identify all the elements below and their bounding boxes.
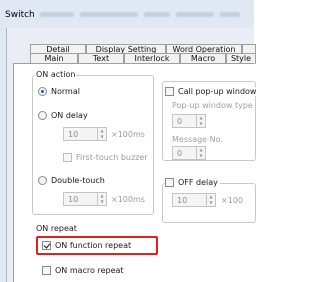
spinner-arrows-icon[interactable]: ▲ ▼ <box>196 147 205 159</box>
on-macro-repeat-checkbox[interactable]: ON macro repeat <box>42 266 124 275</box>
off-delay-value: 10 <box>177 195 188 205</box>
checkbox-icon <box>165 178 174 187</box>
normal-radio[interactable]: Normal <box>38 87 80 96</box>
double-touch-label: Double-touch <box>51 176 105 185</box>
call-popup-checkbox[interactable]: Call pop-up window <box>165 87 259 96</box>
on-repeat-label: ON repeat <box>34 224 79 233</box>
first-touch-buzzer-checkbox[interactable]: First-touch buzzer <box>63 153 148 162</box>
on-delay-spinner[interactable]: 10 ▲ ▼ <box>63 127 107 141</box>
switch-dialog: Switch Detail Display Setting Word Opera… <box>0 0 259 282</box>
on-delay-radio[interactable]: ON delay <box>38 111 88 120</box>
first-touch-buzzer-label: First-touch buzzer <box>76 153 148 162</box>
radio-selected-icon <box>38 87 47 96</box>
call-popup-label: Call pop-up window <box>178 87 257 96</box>
blurred-title-text <box>80 12 138 17</box>
window-title: Switch <box>5 10 35 20</box>
double-touch-value: 10 <box>68 194 79 204</box>
on-delay-label: ON delay <box>51 111 88 120</box>
double-touch-radio[interactable]: Double-touch <box>38 176 105 185</box>
radio-icon <box>38 111 47 120</box>
blurred-title-text <box>176 12 214 17</box>
popup-window-type-spinner[interactable]: 0 ▲ ▼ <box>172 114 206 128</box>
spinner-arrows-icon[interactable]: ▲ ▼ <box>97 128 106 140</box>
blurred-title-text <box>144 12 170 17</box>
popup-window-type-value: 0 <box>177 116 183 126</box>
double-touch-spinner[interactable]: 10 ▲ ▼ <box>63 192 107 206</box>
popup-window-type-label: Pop-up window type <box>172 101 253 110</box>
double-touch-unit: ×100ms <box>111 195 145 204</box>
message-no-label: Message No. <box>172 135 223 144</box>
on-macro-repeat-label: ON macro repeat <box>55 266 124 275</box>
off-delay-label: OFF delay <box>178 178 218 187</box>
message-no-value: 0 <box>177 148 183 158</box>
off-delay-unit: ×100 <box>221 196 243 205</box>
normal-label: Normal <box>51 87 80 96</box>
on-delay-unit: ×100ms <box>111 130 145 139</box>
checkbox-icon <box>63 153 72 162</box>
spinner-arrows-icon[interactable]: ▲ ▼ <box>196 115 205 127</box>
blurred-title-text <box>220 12 240 17</box>
off-delay-checkbox[interactable]: OFF delay <box>165 178 220 187</box>
message-no-spinner[interactable]: 0 ▲ ▼ <box>172 146 206 160</box>
spinner-arrows-icon[interactable]: ▲ ▼ <box>206 194 215 206</box>
radio-icon <box>38 176 47 185</box>
checkbox-icon <box>42 266 51 275</box>
on-delay-value: 10 <box>68 129 79 139</box>
red-highlight-box <box>36 236 158 255</box>
title-bar: Switch <box>0 0 254 28</box>
checkbox-icon <box>165 87 174 96</box>
blurred-title-text <box>40 12 74 17</box>
on-action-label: ON action <box>34 70 78 79</box>
spinner-arrows-icon[interactable]: ▲ ▼ <box>97 193 106 205</box>
off-delay-spinner[interactable]: 10 ▲ ▼ <box>172 193 216 207</box>
